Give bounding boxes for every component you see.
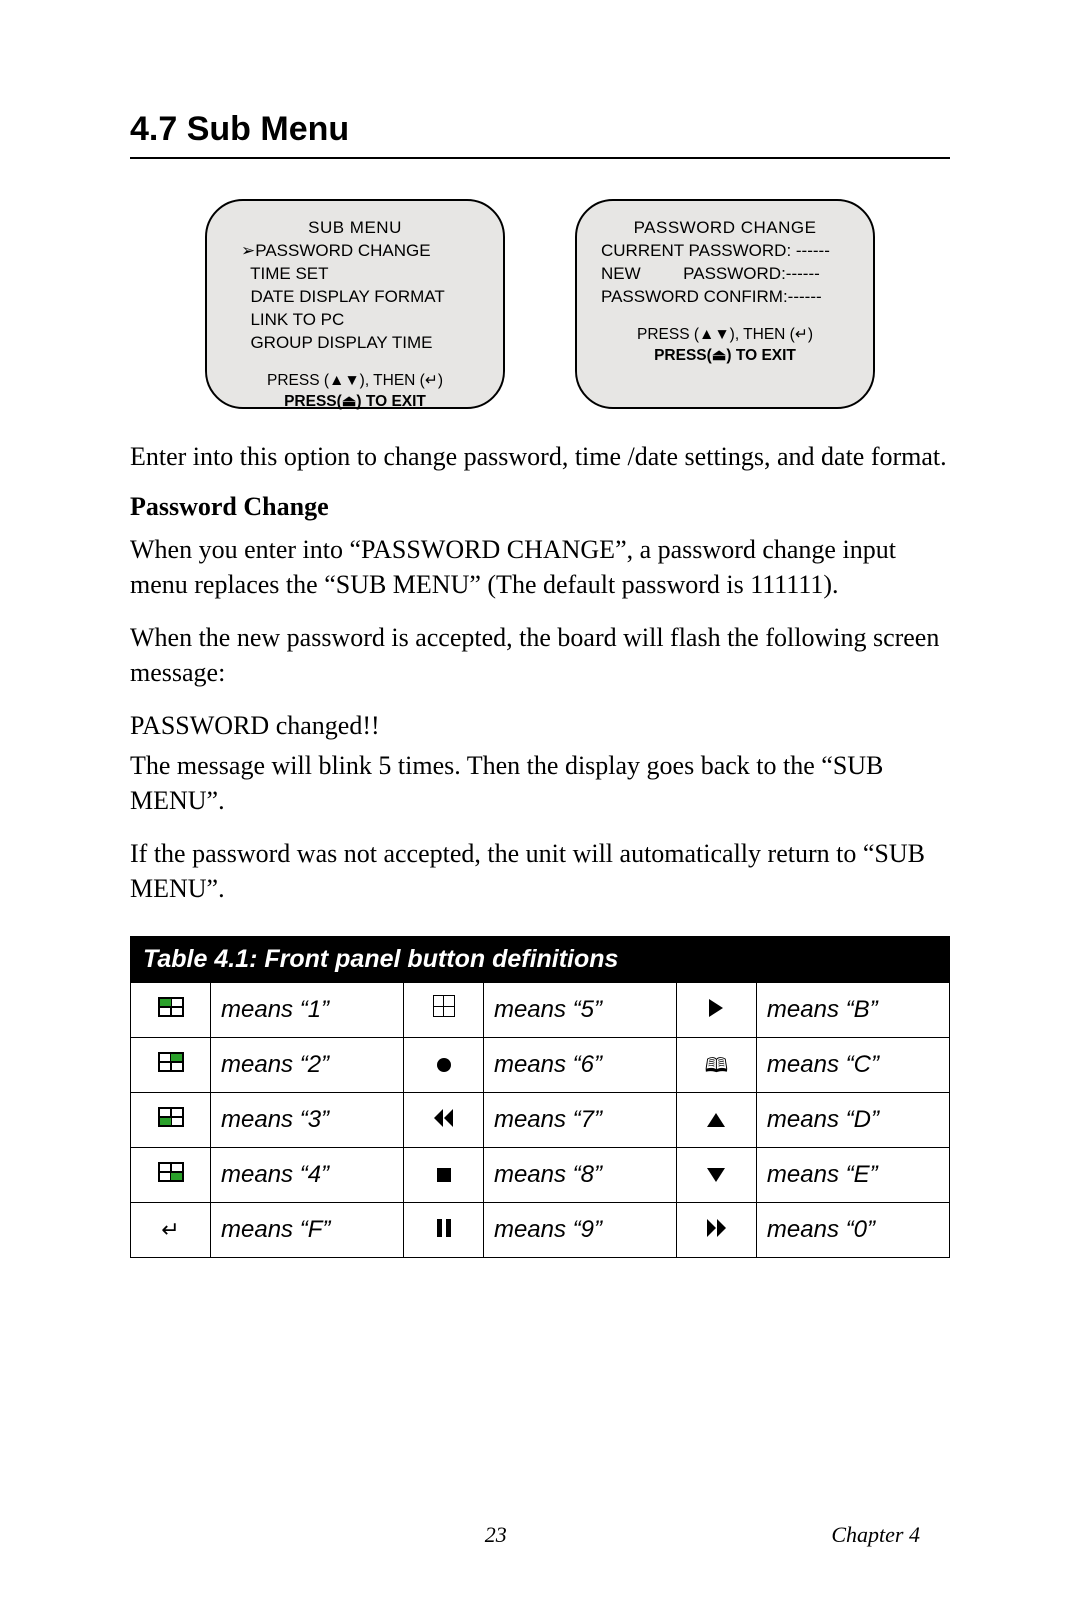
rewind-icon	[434, 1109, 453, 1127]
lcd-item: ➢PASSWORD CHANGE	[241, 240, 479, 263]
cell-meaning: means “3”	[211, 1092, 404, 1147]
cell-meaning: means “D”	[756, 1092, 949, 1147]
quad-icon-4	[158, 1162, 184, 1182]
enter-icon: ↵	[161, 1219, 179, 1241]
button-definitions-table: Table 4.1: Front panel button definition…	[130, 936, 950, 1258]
cell-meaning: means “E”	[756, 1147, 949, 1202]
paragraph: PASSWORD changed!!	[130, 708, 950, 743]
page-footer: 23 Chapter 4	[0, 1522, 1080, 1548]
lcd-line: NEW PASSWORD:------	[601, 263, 849, 286]
stop-icon	[437, 1168, 451, 1182]
table-row: means “2” means “6” 🕮 means “C”	[131, 1037, 950, 1092]
lcd-footer-line: PRESS(⏏) TO EXIT	[231, 392, 479, 413]
lcd-title: SUB MENU	[231, 217, 479, 240]
lcd-line: PASSWORD CONFIRM:------	[601, 286, 849, 309]
cell-meaning: means “5”	[483, 982, 676, 1037]
lcd-screen-submenu: SUB MENU ➢PASSWORD CHANGE TIME SET DATE …	[205, 199, 505, 409]
lcd-screens-row: SUB MENU ➢PASSWORD CHANGE TIME SET DATE …	[130, 199, 950, 409]
cell-meaning: means “9”	[483, 1202, 676, 1257]
cell-meaning: means “6”	[483, 1037, 676, 1092]
cell-meaning: means “C”	[756, 1037, 949, 1092]
cell-meaning: means “B”	[756, 982, 949, 1037]
lcd-footer-line: PRESS(⏏) TO EXIT	[601, 346, 849, 367]
lcd-line: CURRENT PASSWORD: ------	[601, 240, 849, 263]
grid-icon	[433, 995, 455, 1017]
quad-icon-2	[158, 1052, 184, 1072]
cell-meaning: means “8”	[483, 1147, 676, 1202]
up-icon	[707, 1113, 725, 1127]
page-number: 23	[485, 1522, 507, 1548]
lcd-title: PASSWORD CHANGE	[601, 217, 849, 240]
paragraph: When you enter into “PASSWORD CHANGE”, a…	[130, 532, 950, 602]
table-row: means “1” means “5” means “B”	[131, 982, 950, 1037]
cell-meaning: means “2”	[211, 1037, 404, 1092]
paragraph: Enter into this option to change passwor…	[130, 439, 950, 474]
down-icon	[707, 1168, 725, 1182]
paragraph: If the password was not accepted, the un…	[130, 836, 950, 906]
paragraph: When the new password is accepted, the b…	[130, 620, 950, 690]
subheading-password-change: Password Change	[130, 492, 950, 522]
fast-forward-icon	[707, 1219, 726, 1237]
cell-meaning: means “4”	[211, 1147, 404, 1202]
lcd-item: GROUP DISPLAY TIME	[241, 332, 479, 355]
table-caption: Table 4.1: Front panel button definition…	[130, 936, 950, 982]
paragraph: The message will blink 5 times. Then the…	[130, 748, 950, 818]
lcd-footer-line: PRESS (▲▼), THEN (↵)	[601, 325, 849, 346]
lcd-screen-password: PASSWORD CHANGE CURRENT PASSWORD: ------…	[575, 199, 875, 409]
table-row: means “3” means “7” means “D”	[131, 1092, 950, 1147]
lcd-footer-line: PRESS (▲▼), THEN (↵)	[231, 371, 479, 392]
play-icon	[709, 999, 723, 1017]
cell-meaning: means “1”	[211, 982, 404, 1037]
lcd-item: LINK TO PC	[241, 309, 479, 332]
chapter-label: Chapter 4	[831, 1522, 920, 1548]
lcd-item: TIME SET	[241, 263, 479, 286]
section-heading: 4.7 Sub Menu	[130, 110, 950, 149]
section-rule	[130, 157, 950, 159]
quad-icon-3	[158, 1107, 184, 1127]
pause-icon	[437, 1219, 451, 1237]
quad-icon-1	[158, 997, 184, 1017]
cell-meaning: means “F”	[211, 1202, 404, 1257]
book-icon: 🕮	[705, 1056, 729, 1076]
table-row: ↵ means “F” means “9” means “0”	[131, 1202, 950, 1257]
cell-meaning: means “0”	[756, 1202, 949, 1257]
record-icon	[437, 1058, 451, 1072]
cell-meaning: means “7”	[483, 1092, 676, 1147]
table-row: means “4” means “8” means “E”	[131, 1147, 950, 1202]
lcd-item: DATE DISPLAY FORMAT	[241, 286, 479, 309]
